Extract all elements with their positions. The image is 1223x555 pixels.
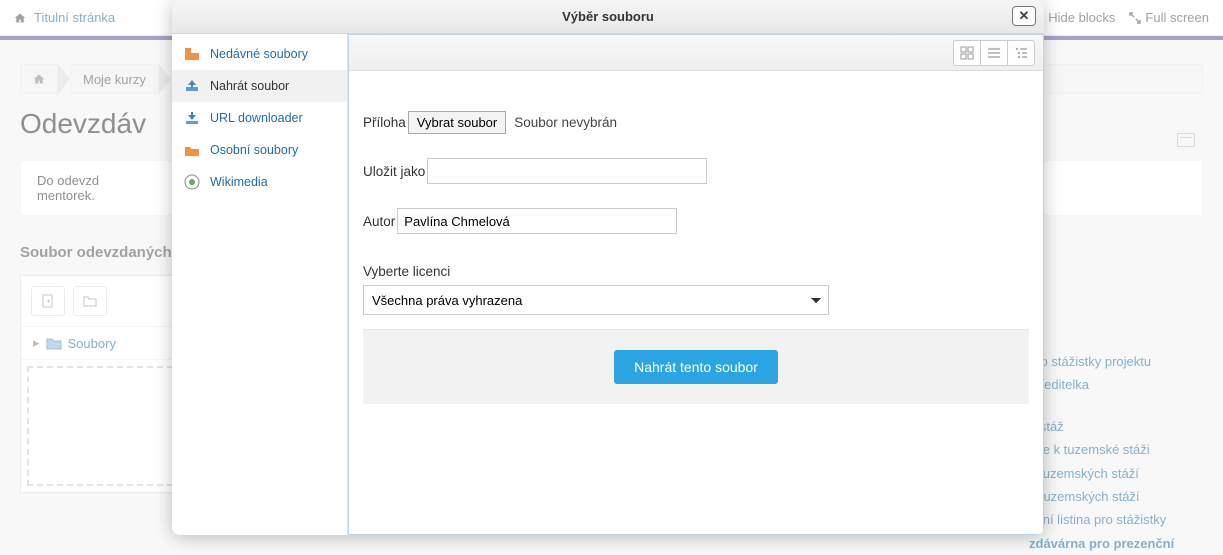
- author-label: Autor: [363, 214, 395, 229]
- dialog-title: Výběr souboru: [562, 9, 654, 24]
- private-files-icon: [184, 142, 200, 158]
- recent-icon: [184, 46, 200, 62]
- view-tree-button[interactable]: [1007, 40, 1035, 66]
- upload-icon: [184, 78, 200, 94]
- choose-file-button[interactable]: Vybrat soubor: [408, 111, 506, 134]
- repo-label: Nedávné soubory: [210, 47, 308, 61]
- attachment-label: Příloha: [363, 115, 406, 130]
- list-icon: [987, 46, 1001, 60]
- repo-wikimedia[interactable]: Wikimedia: [172, 166, 347, 198]
- save-as-row: Uložit jako: [363, 158, 1029, 184]
- repo-private[interactable]: Osobní soubory: [172, 134, 347, 166]
- save-as-input[interactable]: [427, 158, 707, 184]
- attachment-row: Příloha Vybrat soubor Soubor nevybrán: [363, 111, 1029, 134]
- repo-label: URL downloader: [210, 111, 303, 125]
- license-label: Vyberte licenci: [363, 264, 1029, 279]
- repo-url[interactable]: URL downloader: [172, 102, 347, 134]
- repo-upload[interactable]: Nahrát soubor: [172, 70, 347, 102]
- no-file-text: Soubor nevybrán: [514, 115, 617, 130]
- author-row: Autor: [363, 208, 1029, 234]
- save-as-label: Uložit jako: [363, 164, 425, 179]
- repo-label: Nahrát soubor: [210, 79, 289, 93]
- download-icon: [184, 110, 200, 126]
- view-list-button[interactable]: [980, 40, 1008, 66]
- view-grid-button[interactable]: [953, 40, 981, 66]
- wikimedia-icon: [184, 174, 200, 190]
- view-toolbar: [349, 35, 1043, 71]
- repo-label: Osobní soubory: [210, 143, 298, 157]
- repo-recent[interactable]: Nedávné soubory: [172, 38, 347, 70]
- upload-submit-button[interactable]: Nahrát tento soubor: [614, 350, 778, 384]
- author-input[interactable]: [397, 208, 677, 234]
- repo-main-panel: Příloha Vybrat soubor Soubor nevybrán Ul…: [348, 34, 1044, 535]
- dialog-header: Výběr souboru ✕: [172, 0, 1044, 34]
- grid-icon: [960, 46, 974, 60]
- close-button[interactable]: ✕: [1012, 6, 1036, 26]
- repo-label: Wikimedia: [210, 175, 268, 189]
- tree-icon: [1014, 46, 1028, 60]
- license-row: Vyberte licenci Všechna práva vyhrazena: [363, 264, 1029, 315]
- repo-list: Nedávné soubory Nahrát soubor URL downlo…: [172, 34, 348, 535]
- close-icon: ✕: [1019, 8, 1030, 24]
- license-select[interactable]: Všechna práva vyhrazena: [363, 285, 829, 315]
- submit-bar: Nahrát tento soubor: [363, 329, 1029, 404]
- upload-form: Příloha Vybrat soubor Soubor nevybrán Ul…: [349, 71, 1043, 534]
- file-picker-dialog: Výběr souboru ✕ Nedávné soubory Nahrát s…: [172, 0, 1044, 535]
